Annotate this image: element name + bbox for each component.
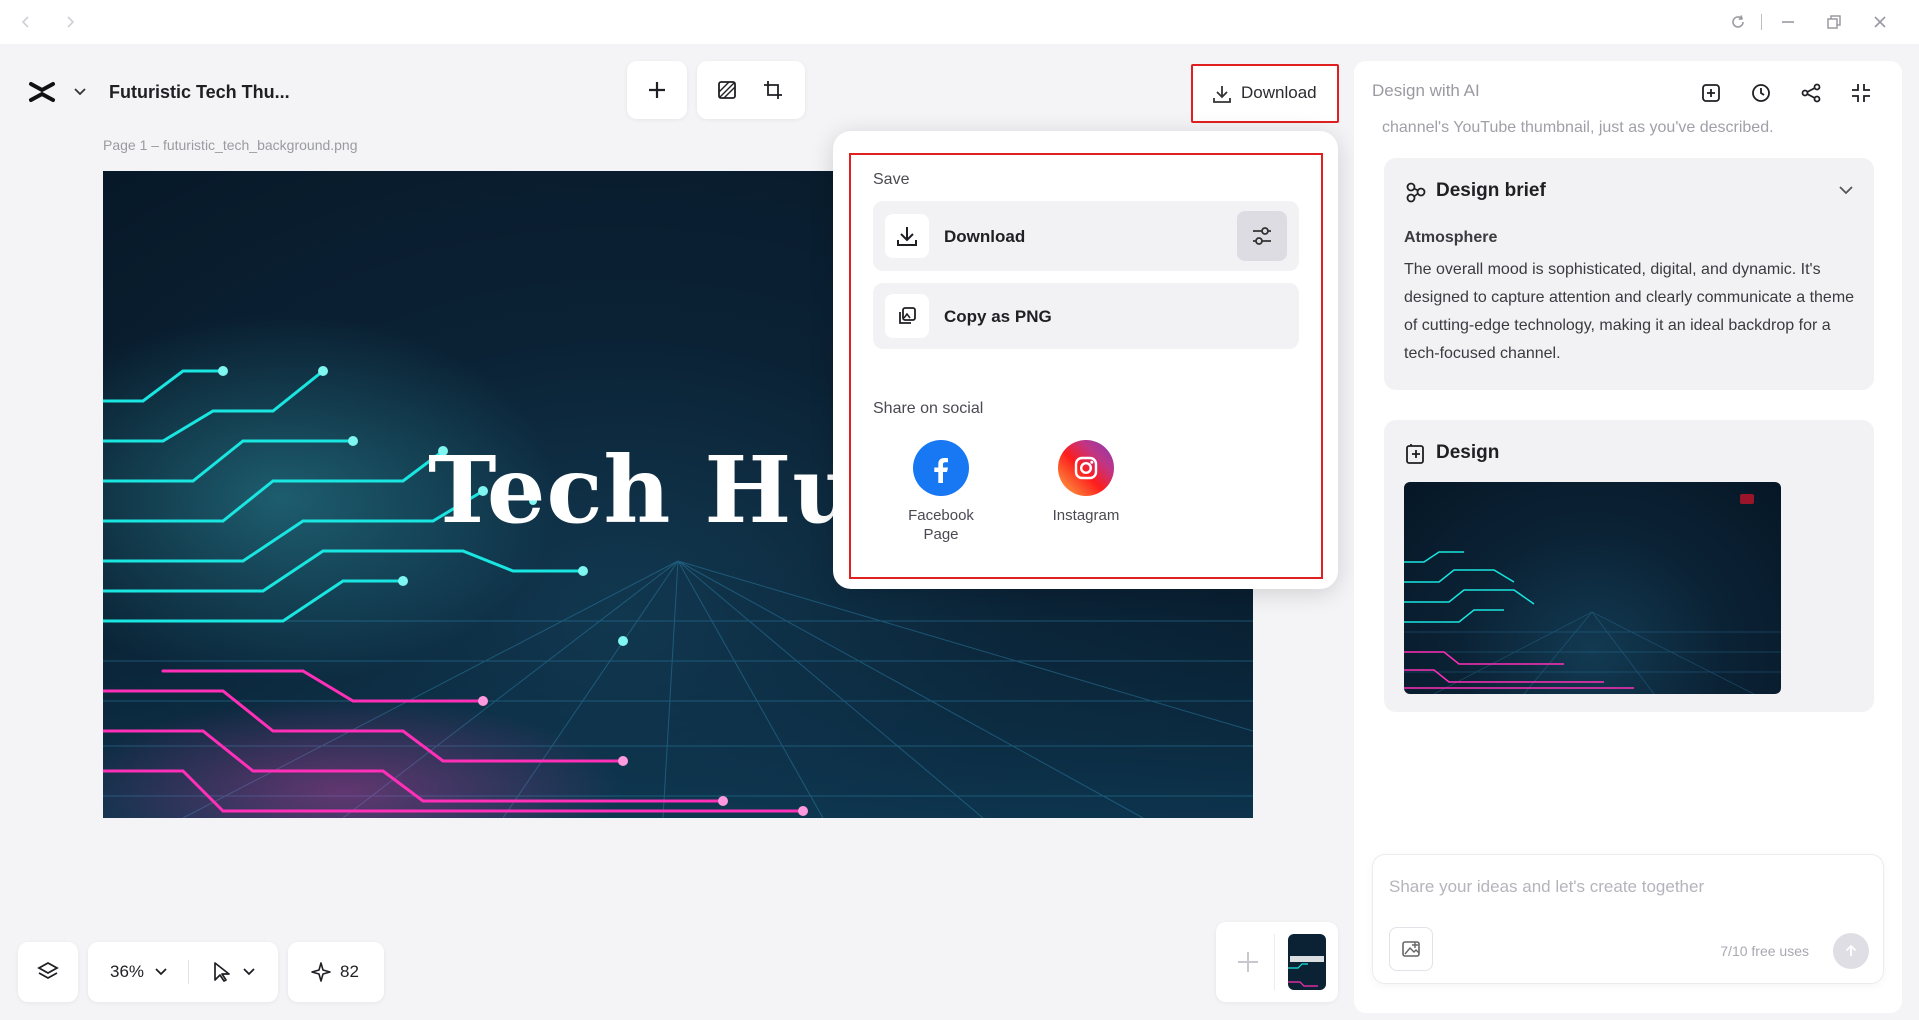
download-option[interactable]: Download xyxy=(873,201,1299,271)
resize-icon[interactable] xyxy=(759,76,787,104)
titlebar-separator xyxy=(1761,14,1762,30)
refresh-icon[interactable] xyxy=(1726,10,1750,34)
add-element-group xyxy=(627,61,687,119)
download-button-label: Download xyxy=(1241,83,1317,102)
capcut-logo-icon xyxy=(28,80,56,104)
free-uses-counter: 7/10 free uses xyxy=(1720,943,1809,959)
instagram-label: Instagram xyxy=(1052,507,1120,524)
share-instagram-button[interactable]: Instagram xyxy=(1026,440,1146,525)
send-button[interactable] xyxy=(1833,933,1869,969)
facebook-icon xyxy=(913,440,969,496)
project-menu[interactable]: Futuristic Tech Thu... xyxy=(16,64,296,120)
back-icon[interactable] xyxy=(14,10,38,34)
instagram-icon xyxy=(1058,440,1114,496)
design-icon xyxy=(1404,442,1428,466)
download-icon xyxy=(885,214,929,258)
page-thumbnail[interactable] xyxy=(1288,934,1326,990)
atmosphere-heading: Atmosphere xyxy=(1404,229,1498,246)
layers-icon xyxy=(36,960,60,984)
divider xyxy=(1274,934,1275,990)
design-card: Design xyxy=(1384,420,1874,712)
zoom-and-pointer-controls: 36% xyxy=(88,942,278,1002)
add-page-icon[interactable] xyxy=(1230,944,1266,980)
title-bar xyxy=(0,0,1919,44)
restore-icon[interactable] xyxy=(1822,10,1846,34)
download-button[interactable]: Download xyxy=(1191,64,1339,123)
collapse-icon[interactable] xyxy=(1847,79,1875,107)
credits-button[interactable]: 82 xyxy=(288,942,384,1002)
chevron-down-icon[interactable] xyxy=(152,962,170,980)
divider xyxy=(188,960,189,984)
pages-strip xyxy=(1216,922,1338,1002)
facebook-label: Facebook Page xyxy=(908,507,974,543)
design-thumbnail[interactable] xyxy=(1404,482,1781,694)
chevron-down-icon[interactable] xyxy=(240,962,258,980)
save-section-title: Save xyxy=(873,171,910,188)
share-facebook-button[interactable]: Facebook Page xyxy=(881,440,1001,544)
sliders-icon xyxy=(1253,227,1271,245)
download-option-label: Download xyxy=(944,227,1026,246)
page-thumbnail-artwork xyxy=(1288,956,1324,987)
design-card-title: Design xyxy=(1436,442,1500,463)
share-icon[interactable] xyxy=(1797,79,1825,107)
canvas-tools-group xyxy=(697,61,805,119)
chevron-down-icon[interactable] xyxy=(1834,178,1858,202)
atmosphere-text: The overall mood is sophisticated, digit… xyxy=(1404,261,1855,362)
add-icon[interactable] xyxy=(643,76,671,104)
project-title[interactable]: Futuristic Tech Thu... xyxy=(109,82,290,103)
thumbnail-artwork xyxy=(1404,494,1781,694)
design-brief-card: Design brief Atmosphere The overall mood… xyxy=(1384,158,1874,390)
credits-count: 82 xyxy=(340,962,359,981)
chevron-down-icon[interactable] xyxy=(70,82,90,102)
page-label: Page 1 – futuristic_tech_background.png xyxy=(103,137,358,153)
copy-as-png-option[interactable]: Copy as PNG xyxy=(873,283,1299,349)
history-icon[interactable] xyxy=(1747,79,1775,107)
ai-chat-box[interactable]: Share your ideas and let's create togeth… xyxy=(1373,855,1883,983)
download-menu: Save Download Copy as PNG Share on socia… xyxy=(833,131,1338,589)
chat-input[interactable]: Share your ideas and let's create togeth… xyxy=(1389,877,1704,897)
share-section-title: Share on social xyxy=(873,400,984,417)
close-icon[interactable] xyxy=(1868,10,1892,34)
previous-message-text: channel's YouTube thumbnail, just as you… xyxy=(1382,119,1774,136)
attach-image-icon[interactable] xyxy=(1389,927,1433,971)
new-chat-icon[interactable] xyxy=(1697,79,1725,107)
remove-background-icon[interactable] xyxy=(713,76,741,104)
panel-title: Design with AI xyxy=(1372,81,1480,100)
layers-button[interactable] xyxy=(18,942,78,1002)
zoom-level[interactable]: 36% xyxy=(110,962,144,982)
minimize-icon[interactable] xyxy=(1776,10,1800,34)
copy-as-png-label: Copy as PNG xyxy=(944,307,1052,326)
forward-icon[interactable] xyxy=(58,10,82,34)
download-settings-button[interactable] xyxy=(1237,211,1287,261)
design-brief-icon xyxy=(1404,180,1428,204)
download-icon xyxy=(1211,83,1233,105)
pointer-icon[interactable] xyxy=(210,960,234,984)
canvas-headline[interactable]: Tech Hu xyxy=(428,436,860,544)
arrow-up-icon xyxy=(1845,944,1857,956)
copy-image-icon xyxy=(885,294,929,338)
design-brief-title: Design brief xyxy=(1436,180,1546,201)
sparkle-icon xyxy=(310,961,332,983)
